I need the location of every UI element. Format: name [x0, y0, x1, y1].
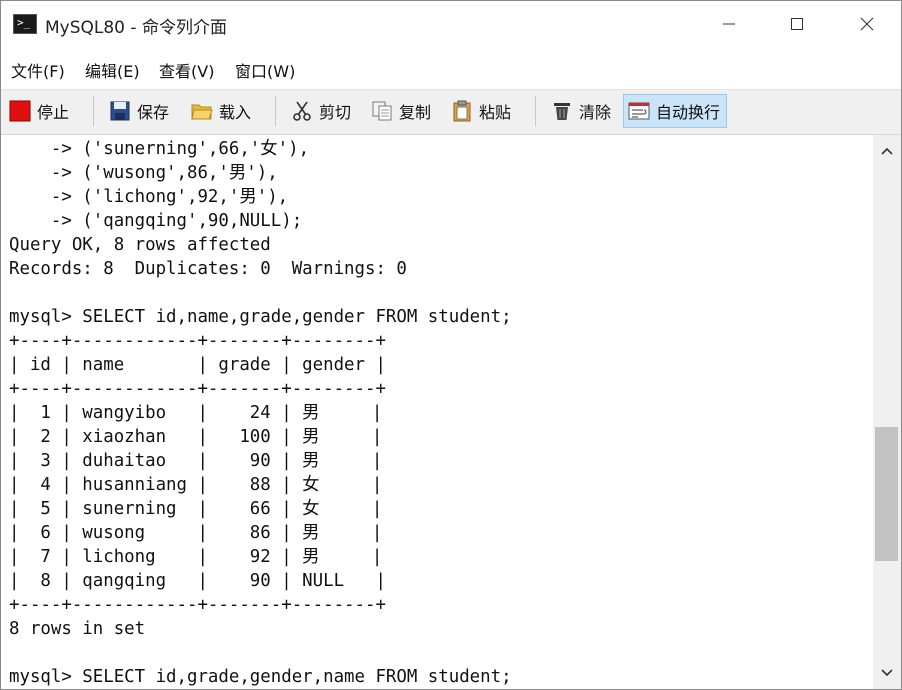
maximize-button[interactable] [763, 1, 831, 47]
maximize-icon [791, 18, 803, 30]
cut-label: 剪切 [319, 103, 352, 122]
stop-label: 停止 [37, 103, 70, 122]
vertical-scrollbar[interactable] [873, 135, 901, 689]
console-output[interactable]: -> ('sunerning',66,'女'), -> ('wusong',86… [1, 135, 873, 689]
save-button[interactable]: 保存 [109, 95, 169, 127]
stop-icon [9, 100, 31, 122]
load-label: 载入 [219, 103, 252, 122]
save-icon [109, 100, 131, 122]
word-wrap-button[interactable]: 自动换行 [623, 94, 728, 128]
clear-label: 清除 [579, 103, 612, 122]
clear-button[interactable]: 清除 [551, 95, 611, 127]
word-wrap-label: 自动换行 [656, 103, 721, 122]
stop-button[interactable]: 停止 [9, 95, 69, 127]
save-label: 保存 [137, 103, 170, 122]
window-title: MySQL80 - 命令列介面 [45, 18, 227, 38]
menu-view[interactable]: 查看(V) [159, 58, 214, 82]
scroll-up-button[interactable] [873, 135, 901, 167]
console-text: -> ('sunerning',66,'女'), -> ('wusong',86… [9, 139, 512, 687]
scrollbar-thumb[interactable] [875, 427, 898, 561]
close-button[interactable] [833, 1, 901, 47]
minimize-button[interactable] [695, 1, 763, 47]
toolbar: 停止 保存 载入 剪切 复制 粘贴 清除 自动换行 [1, 89, 901, 135]
terminal-icon: >_ [13, 14, 37, 34]
scissors-icon [291, 100, 313, 122]
chevron-up-icon [881, 147, 893, 155]
chevron-down-icon [881, 669, 893, 677]
trash-icon [551, 100, 573, 122]
toolbar-divider [275, 96, 276, 126]
menu-edit[interactable]: 编辑(E) [85, 58, 140, 82]
toolbar-divider [93, 96, 94, 126]
word-wrap-icon [628, 100, 650, 122]
app-window: >_ MySQL80 - 命令列介面 文件(F) 编辑(E) 查看(V) 窗口(… [0, 0, 902, 690]
close-icon [860, 17, 874, 31]
title-bar: >_ MySQL80 - 命令列介面 [1, 1, 901, 47]
folder-open-icon [191, 100, 213, 122]
menu-bar: 文件(F) 编辑(E) 查看(V) 窗口(W) [1, 47, 901, 89]
menu-file[interactable]: 文件(F) [11, 58, 65, 82]
paste-button[interactable]: 粘贴 [451, 95, 511, 127]
toolbar-divider [535, 96, 536, 126]
cut-button[interactable]: 剪切 [291, 95, 351, 127]
copy-label: 复制 [399, 103, 432, 122]
minimize-icon [723, 23, 735, 25]
menu-window[interactable]: 窗口(W) [235, 58, 295, 82]
paste-icon [451, 100, 473, 122]
copy-button[interactable]: 复制 [371, 95, 431, 127]
scroll-down-button[interactable] [873, 657, 901, 689]
paste-label: 粘贴 [479, 103, 512, 122]
copy-icon [371, 100, 393, 122]
load-button[interactable]: 载入 [191, 95, 251, 127]
